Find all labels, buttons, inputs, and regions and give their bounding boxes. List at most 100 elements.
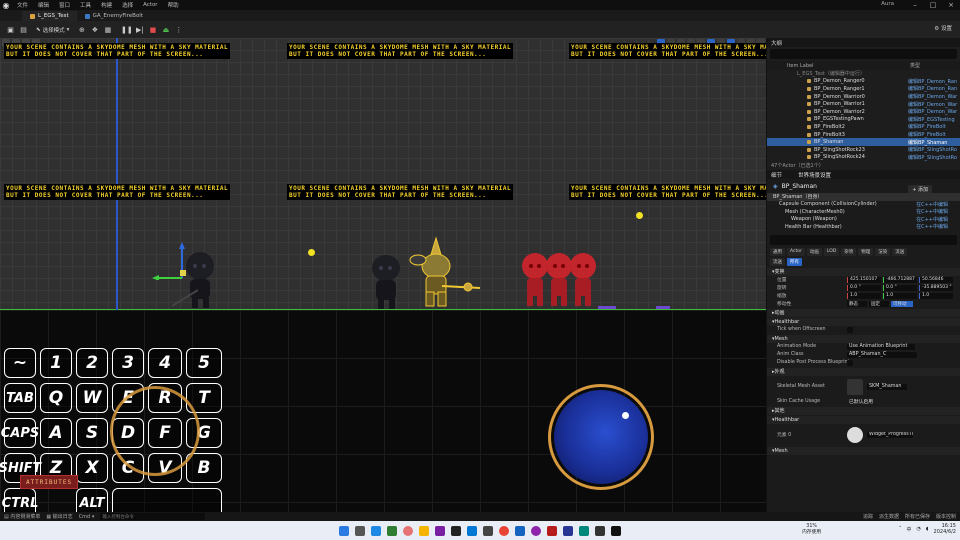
unreal-taskbar-icon[interactable] [451, 525, 461, 536]
outliner-row-type[interactable]: 编辑BP_SlingShotRo [908, 154, 957, 161]
vscode-icon[interactable] [467, 525, 477, 536]
section-healthbar[interactable]: ▾ Healthbar [767, 317, 960, 326]
section-mesh-2[interactable]: ▾ Mesh [767, 446, 960, 455]
outliner-search-input[interactable] [770, 49, 957, 59]
filter-actor[interactable]: Actor [787, 247, 805, 256]
section-transform[interactable]: ▾ 变换 [767, 267, 960, 276]
derived-data-button[interactable]: 派生数据 [879, 513, 899, 520]
location-z[interactable]: 50.56846 [919, 276, 953, 283]
outliner-row-type[interactable]: 编辑BP_SlingShotRo [908, 146, 957, 153]
menu-file[interactable]: 文件 [12, 1, 33, 9]
trace-button[interactable]: 追踪 [863, 513, 873, 520]
version-control-button[interactable]: 版本控制 [936, 513, 956, 520]
menu-help[interactable]: 帮助 [163, 1, 184, 9]
key-q[interactable]: Q [40, 383, 72, 413]
filter-streaming-2[interactable]: 流送 [770, 257, 785, 266]
column-type[interactable]: 类型 [910, 62, 920, 69]
unreal-logo-icon[interactable]: ◉ [0, 0, 12, 10]
details-search-input[interactable] [770, 234, 957, 245]
attributes-button[interactable]: ATTRIBUTES [20, 475, 78, 489]
mobility-stationary[interactable]: 固定 [869, 300, 889, 307]
tray-arrow-icon[interactable]: ˄ [899, 526, 902, 532]
play-options-icon[interactable]: ⋮ [174, 25, 183, 34]
eject-icon[interactable]: ⏏ [161, 25, 170, 34]
section-healthbar-widget[interactable]: ▾ Healthbar [767, 415, 960, 424]
user-name[interactable]: Aura [881, 1, 894, 7]
key-caps[interactable]: CAPS [1, 418, 39, 448]
app2-icon[interactable] [435, 525, 445, 536]
skeletal-mesh-picker[interactable]: SKM_Shaman [867, 383, 907, 390]
outliner-level-row[interactable]: L_EGS_Test（编辑器中运行） [767, 70, 960, 78]
wifi-icon[interactable]: ◔ [917, 526, 921, 532]
app6-icon[interactable] [547, 525, 557, 536]
widget-picker[interactable]: Widget_ProgressThrough_Masked_Over [867, 431, 913, 438]
key-2[interactable]: 2 [76, 348, 108, 378]
component-row[interactable]: Mesh (CharacterMesh0) 在C++中编辑 [767, 208, 960, 216]
pause-icon[interactable]: ❚❚ [121, 25, 133, 34]
component-row[interactable]: Capsule Component (CollisionCylinder) 在C+… [767, 201, 960, 209]
outliner-row[interactable]: BP_Demon_Ranger1 编辑BP_Demon_Ran [767, 85, 960, 93]
location-y[interactable]: -466.712887 [883, 276, 917, 283]
anim-mode-dropdown[interactable]: Use Animation Blueprint [847, 343, 915, 350]
key-b[interactable]: B [186, 453, 222, 483]
outliner-row-type[interactable]: 编辑BP_Demon_War [908, 108, 957, 115]
cmd-selector[interactable]: Cmd ▾ [79, 514, 95, 520]
component-row[interactable]: Health Bar (Healthbar) 在C++中编辑 [767, 223, 960, 231]
clock[interactable]: 16:15 2024/6/2 [934, 523, 956, 535]
add-actor-icon[interactable]: ⊕ [77, 25, 86, 34]
terminal-icon[interactable] [579, 525, 589, 536]
settings-button[interactable]: ⚙ 设置 [934, 24, 952, 32]
key-tilde[interactable]: ~ [4, 348, 36, 378]
maximize-icon[interactable]: □ [924, 0, 942, 10]
wechat-icon[interactable] [387, 525, 397, 536]
key-a[interactable]: A [40, 418, 72, 448]
outliner-row[interactable]: BP_EGSTestingPawn 编辑BP_EGSTesting [767, 116, 960, 124]
edit-cpp-link[interactable]: 在C++中编辑 [916, 223, 948, 230]
output-log-button[interactable]: ▦ 输出日志 [46, 513, 72, 520]
outliner-row-type[interactable]: 编辑BP_EGSTesting [908, 116, 955, 123]
filter-all[interactable]: 所有 [787, 257, 802, 266]
key-3[interactable]: 3 [112, 348, 144, 378]
app8-icon[interactable] [595, 525, 605, 536]
close-icon[interactable]: × [942, 0, 960, 10]
outliner-row-type[interactable]: 编辑BP_Demon_Ran [908, 85, 957, 92]
section-animation[interactable]: ▸ 动画 [767, 308, 960, 317]
search-icon[interactable] [355, 525, 365, 536]
skeletal-mesh-thumbnail[interactable] [847, 378, 863, 395]
volume-icon[interactable]: ◖ [926, 526, 929, 532]
cinematics-icon[interactable]: ▦ [103, 25, 112, 34]
app7-icon[interactable] [563, 525, 573, 536]
rotation-z[interactable]: -35.889503 ° [919, 284, 953, 291]
skip-frame-icon[interactable]: ▶| [135, 25, 144, 34]
disable-pp-checkbox[interactable] [847, 359, 853, 366]
tab-blueprint[interactable]: GA_EnemyFireBolt [77, 11, 151, 21]
outliner-row[interactable]: BP_SlingShotRock23 编辑BP_SlingShotRo [767, 146, 960, 154]
menu-window[interactable]: 窗口 [54, 1, 75, 9]
key-s[interactable]: S [76, 418, 108, 448]
outliner-row[interactable]: BP_Shaman 编辑BP_Shaman [767, 138, 960, 146]
tab-world-settings[interactable]: 世界场景设置 [798, 171, 831, 179]
outliner-row[interactable]: BP_FireBolt3 编辑BP_FireBolt [767, 131, 960, 139]
key-1[interactable]: 1 [40, 348, 72, 378]
mobility-static[interactable]: 静态 [847, 300, 867, 307]
filter-streaming[interactable]: 流送 [892, 247, 908, 256]
outliner-row[interactable]: BP_Demon_Warrior2 编辑BP_Demon_War [767, 108, 960, 116]
outliner-row-type[interactable]: 编辑BP_Demon_Ran [908, 78, 957, 85]
outliner-tab[interactable]: 大纲 [767, 38, 960, 47]
scale-y[interactable]: 1.0 [883, 292, 917, 299]
app-icon[interactable] [403, 525, 413, 536]
edit-cpp-link[interactable]: 在C++中编辑 [916, 208, 948, 215]
key-x[interactable]: X [76, 453, 108, 483]
scale-x[interactable]: 1.0 [847, 292, 881, 299]
app4-icon[interactable] [515, 525, 525, 536]
chrome-icon[interactable] [499, 525, 509, 536]
tick-offscreen-checkbox[interactable] [847, 326, 853, 333]
filter-animation[interactable]: 动画 [806, 247, 822, 256]
key-space[interactable] [112, 488, 222, 512]
rotation-y[interactable]: 0.0 ° [883, 284, 917, 291]
mode-selector[interactable]: ⬉ 选择模式 ▾ [32, 24, 73, 35]
menu-build[interactable]: 构建 [96, 1, 117, 9]
outliner-row[interactable]: BP_FireBolt2 编辑BP_FireBolt [767, 123, 960, 131]
edge-icon[interactable] [371, 525, 381, 536]
section-other[interactable]: ▸ 其他 [767, 406, 960, 415]
